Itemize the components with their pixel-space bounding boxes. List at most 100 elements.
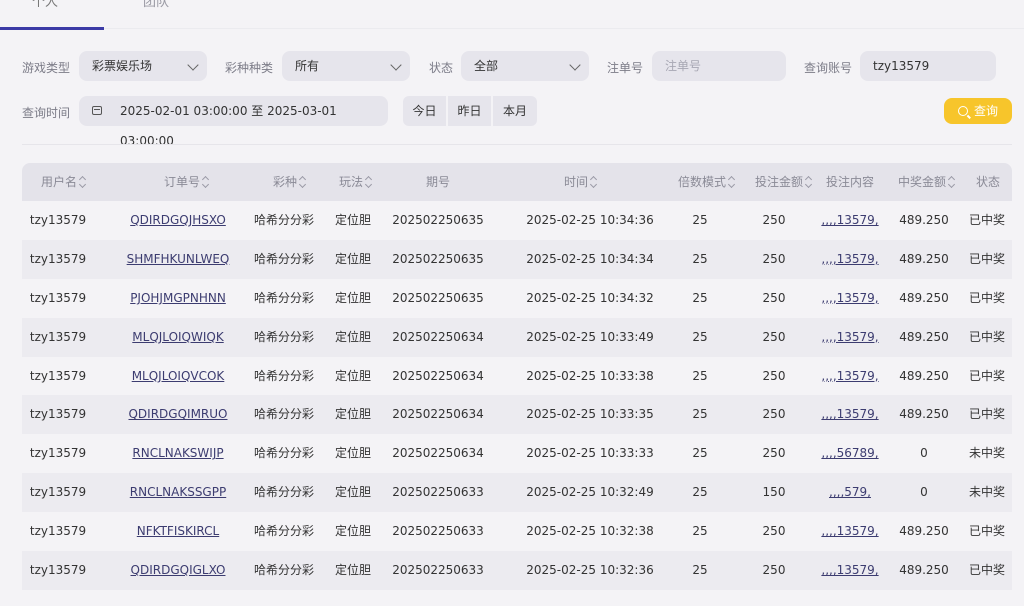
cell-content-link[interactable]: ,,,,56789, (814, 434, 886, 473)
cell-amount: 250 (762, 290, 786, 305)
table-row: tzy13579 SHMFHKUNLWEQ 哈希分分彩 定位胆 202502250635… (22, 239, 1012, 279)
cell-multiplier: 25 (692, 407, 708, 422)
cell-order-link[interactable]: QDIRDGQIMRUO (94, 395, 262, 434)
col-time[interactable]: 时间 (492, 163, 668, 201)
cell-multiplier: 25 (692, 563, 708, 578)
col-content: 投注内容 (822, 163, 878, 201)
chevron-down-icon (187, 59, 199, 71)
col-username-label: 用户名 (40, 175, 77, 189)
status-select[interactable]: 全部 (461, 51, 589, 81)
cell-order-link[interactable]: RNCLNAKSWIJP (94, 434, 262, 473)
cell-order-link[interactable]: MLQJLOIQVCOK (94, 357, 262, 396)
search-button[interactable]: 查询 (944, 98, 1012, 124)
table-row: tzy13579 QDIRDGQJHSXO 哈希分分彩 定位胆 202502250635… (22, 201, 1012, 240)
tab-team-label: 团队 (143, 0, 170, 10)
table-row: tzy13579 RNCLNAKSWIJP 哈希分分彩 定位胆 202502250634… (22, 434, 1012, 473)
cell-order-link[interactable]: MLQJLOIQWIQK (94, 318, 262, 357)
tab-personal-label: 个人 (32, 0, 59, 10)
account-input[interactable]: tzy13579 (860, 51, 996, 81)
cell-period: 202502250634 (392, 329, 484, 344)
tab-divider (104, 28, 1024, 29)
cell-prize: 489.250 (899, 524, 949, 539)
date-range-picker[interactable]: 2025-02-01 03:00:00 至 2025-03-01 03:00:0… (79, 96, 388, 148)
cell-username: tzy13579 (29, 251, 87, 266)
yesterday-button[interactable]: 昨日 (448, 96, 491, 126)
cell-content-link[interactable]: ,,,,579, (814, 473, 886, 512)
col-lottery[interactable]: 彩种 (248, 163, 330, 201)
lottery-kind-select[interactable]: 所有 (282, 51, 410, 81)
cell-username: tzy13579 (29, 329, 87, 344)
col-multiplier-label: 倍数模式 (677, 175, 726, 189)
cell-status: 未中奖 (968, 446, 1005, 461)
cell-amount: 250 (762, 524, 786, 539)
cell-status: 已中奖 (968, 290, 1005, 305)
col-amount[interactable]: 投注金额 (744, 163, 822, 201)
col-play[interactable]: 玩法 (324, 163, 386, 201)
chevron-down-icon (390, 59, 402, 71)
cell-order-link[interactable]: QDIRDGQJHSXO (94, 201, 262, 240)
cell-order-link[interactable]: RNCLNAKSSGPP (94, 473, 262, 512)
cell-order-link[interactable]: SHMFHKUNLWEQ (94, 240, 262, 279)
cell-amount: 250 (762, 368, 786, 383)
table-row: tzy13579 QDIRDGQIMRUO 哈希分分彩 定位胆 202502250634… (22, 395, 1012, 435)
cell-multiplier: 25 (692, 329, 708, 344)
cell-period: 202502250635 (392, 290, 484, 305)
cell-content-link[interactable]: ,,,,13579, (814, 318, 886, 357)
cell-content-link[interactable]: ,,,,13579, (814, 395, 886, 434)
chevron-down-icon (569, 59, 581, 71)
this-month-button[interactable]: 本月 (493, 96, 537, 126)
cell-amount: 250 (762, 446, 786, 461)
cell-status: 已中奖 (968, 251, 1005, 266)
cell-content-link[interactable]: ,,,,13579, (814, 512, 886, 551)
cell-content-link[interactable]: ,,,,13579, (814, 551, 886, 590)
cell-content-link[interactable]: ,,,,13579, (814, 240, 886, 279)
col-prize-label: 中奖金额 (897, 175, 946, 189)
cell-multiplier: 25 (692, 251, 708, 266)
order-no-input[interactable]: 注单号 (652, 51, 786, 81)
cell-play: 定位胆 (334, 213, 371, 227)
table-row: tzy13579 RNCLNAKSSGPP 哈希分分彩 定位胆 202502250633… (22, 473, 1012, 513)
cell-content-link[interactable]: ,,,,13579, (814, 201, 886, 240)
cell-period: 202502250634 (392, 446, 484, 461)
status-value: 全部 (474, 59, 499, 73)
cell-lottery: 哈希分分彩 (253, 407, 314, 422)
tab-personal[interactable]: 个人 (0, 0, 104, 30)
cell-username: tzy13579 (29, 368, 87, 383)
search-icon (957, 106, 968, 116)
game-type-select[interactable]: 彩票娱乐场 (79, 51, 207, 81)
cell-status: 已中奖 (968, 563, 1005, 578)
col-status: 状态 (964, 163, 1012, 201)
col-username[interactable]: 用户名 (22, 163, 104, 201)
tab-bar: 个人 团队 (0, 0, 1024, 30)
cell-prize: 489.250 (899, 407, 949, 422)
tab-team[interactable]: 团队 (135, 0, 195, 30)
cell-status: 已中奖 (968, 407, 1005, 422)
sort-icon (590, 177, 596, 187)
cell-status: 已中奖 (968, 524, 1005, 539)
cell-content-link[interactable]: ,,,,13579, (814, 279, 886, 318)
today-button[interactable]: 今日 (403, 96, 446, 126)
cell-lottery: 哈希分分彩 (253, 563, 314, 578)
sort-icon (299, 177, 305, 187)
col-order-label: 订单号 (163, 175, 200, 189)
cell-time: 2025-02-25 10:33:35 (526, 407, 654, 422)
cell-time: 2025-02-25 10:33:33 (526, 446, 654, 461)
cell-prize: 489.250 (899, 213, 949, 227)
cell-username: tzy13579 (29, 290, 87, 305)
cell-play: 定位胆 (334, 368, 371, 383)
cell-username: tzy13579 (29, 485, 87, 500)
date-range-value: 2025-02-01 03:00:00 至 2025-03-01 03:00:0… (120, 104, 337, 148)
cell-content-link[interactable]: ,,,,13579, (814, 357, 886, 396)
table-row: tzy13579 MLQJLOIQWIQK 哈希分分彩 定位胆 202502250634… (22, 317, 1012, 357)
col-period-label: 期号 (425, 175, 450, 189)
col-prize[interactable]: 中奖金额 (888, 163, 964, 201)
cell-lottery: 哈希分分彩 (253, 251, 314, 266)
sort-icon (79, 177, 85, 187)
account-value: tzy13579 (873, 59, 930, 73)
col-order[interactable]: 订单号 (104, 163, 268, 201)
cell-order-link[interactable]: NFKTFISKIRCL (94, 512, 262, 551)
cell-order-link[interactable]: QDIRDGQIGLXO (94, 551, 262, 590)
col-multiplier[interactable]: 倍数模式 (668, 163, 744, 201)
cell-order-link[interactable]: PJOHJMGPNHNN (94, 279, 262, 318)
cell-username: tzy13579 (29, 407, 87, 422)
